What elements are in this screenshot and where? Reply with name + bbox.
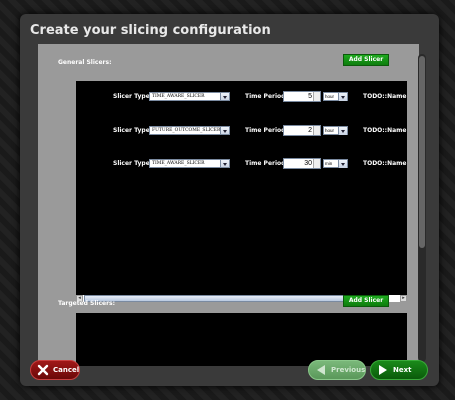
slicer-type-value: TIME_AWARE_SLICER — [152, 161, 205, 166]
add-targeted-slicer-button[interactable]: Add Slicer — [343, 295, 389, 307]
slicing-config-dialog: Create your slicing configuration Genera… — [20, 14, 439, 386]
slicer-row: Slicer Type: FUTURE_OUTCOME_SLICER Time … — [76, 125, 407, 137]
time-unit-value: hour — [325, 128, 335, 133]
time-unit-select[interactable]: hour — [323, 92, 348, 101]
time-period-label: Time Period: — [245, 93, 288, 100]
time-period-spinner[interactable]: 5 — [283, 91, 321, 102]
chevron-down-icon[interactable] — [338, 160, 347, 168]
slicer-type-label: Slicer Type: — [113, 160, 153, 167]
slicer-type-select[interactable]: TIME_AWARE_SLICER — [149, 92, 230, 101]
arrow-left-icon — [317, 365, 325, 375]
vertical-scrollbar[interactable] — [418, 54, 426, 362]
chevron-down-icon[interactable] — [220, 160, 229, 167]
slicer-type-value: TIME_AWARE_SLICER — [152, 94, 205, 99]
scroll-right-icon[interactable]: ▸ — [400, 295, 407, 302]
time-period-label: Time Period: — [245, 160, 288, 167]
cancel-label: Cancel — [53, 366, 80, 374]
slicer-name-label: TODO::Name — [363, 127, 407, 134]
slicer-type-label: Slicer Type: — [113, 127, 153, 134]
close-icon — [37, 364, 49, 376]
vertical-scroll-thumb[interactable] — [419, 56, 425, 248]
time-period-value: 5 — [308, 93, 312, 100]
time-period-value: 2 — [308, 127, 312, 134]
time-period-spinner[interactable]: 30 — [283, 158, 321, 169]
add-general-slicer-button[interactable]: Add Slicer — [343, 54, 389, 66]
general-slicers-label: General Slicers: — [58, 59, 112, 66]
next-button[interactable]: Next — [370, 360, 428, 380]
cancel-button[interactable]: Cancel — [30, 360, 80, 380]
slicer-type-value: FUTURE_OUTCOME_SLICER — [152, 128, 221, 133]
time-period-value: 30 — [304, 160, 312, 167]
time-period-label: Time Period: — [245, 127, 288, 134]
chevron-down-icon[interactable] — [338, 93, 347, 101]
dialog-title: Create your slicing configuration — [30, 23, 271, 38]
chevron-down-icon[interactable] — [220, 127, 229, 134]
spinner-arrows-icon[interactable] — [313, 92, 320, 101]
spinner-arrows-icon[interactable] — [313, 126, 320, 135]
slicer-type-label: Slicer Type: — [113, 93, 153, 100]
time-unit-select[interactable]: hour — [323, 126, 348, 135]
slicer-row: Slicer Type: TIME_AWARE_SLICER Time Peri… — [76, 158, 407, 170]
horizontal-scroll-thumb[interactable] — [84, 295, 346, 302]
slicer-row: Slicer Type: TIME_AWARE_SLICER Time Peri… — [76, 91, 407, 103]
general-slicers-panel: Slicer Type: TIME_AWARE_SLICER Time Peri… — [76, 81, 407, 302]
previous-label: Previous — [331, 366, 366, 374]
chevron-down-icon[interactable] — [220, 93, 229, 100]
previous-button[interactable]: Previous — [308, 360, 366, 380]
targeted-slicers-panel — [76, 313, 407, 366]
slicer-type-select[interactable]: TIME_AWARE_SLICER — [149, 159, 230, 168]
chevron-down-icon[interactable] — [338, 127, 347, 135]
slicer-type-select[interactable]: FUTURE_OUTCOME_SLICER — [149, 126, 230, 135]
targeted-slicers-label: Targeted Slicers: — [58, 300, 116, 307]
time-unit-select[interactable]: min — [323, 159, 348, 168]
dialog-content: General Slicers: Add Slicer Slicer Type:… — [38, 44, 419, 366]
next-label: Next — [393, 366, 412, 374]
slicer-name-label: TODO::Name — [363, 93, 407, 100]
time-unit-value: hour — [325, 94, 335, 99]
arrow-right-icon — [379, 365, 387, 375]
slicer-name-label: TODO::Name — [363, 160, 407, 167]
time-period-spinner[interactable]: 2 — [283, 125, 321, 136]
spinner-arrows-icon[interactable] — [313, 159, 320, 168]
time-unit-value: min — [325, 161, 333, 166]
